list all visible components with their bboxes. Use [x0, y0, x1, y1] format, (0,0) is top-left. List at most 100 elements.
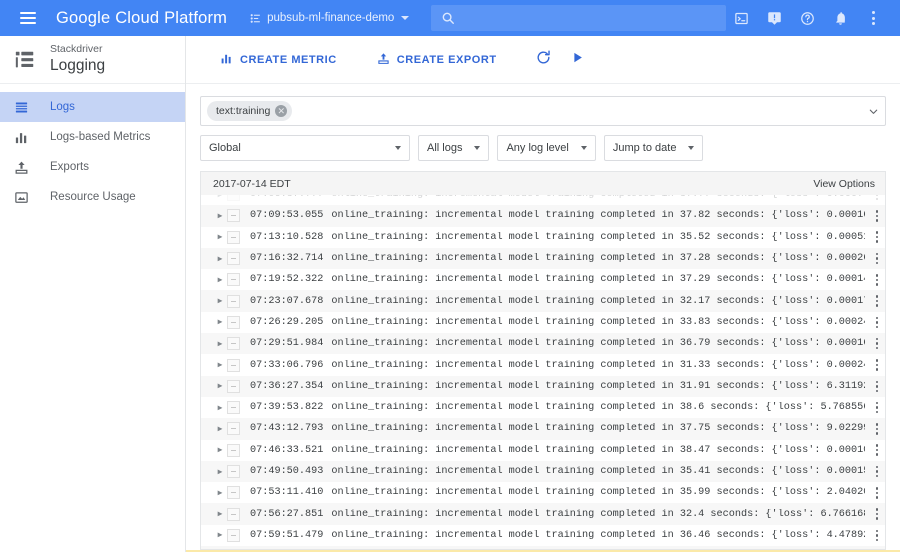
- log-row[interactable]: ▶ 07:16:32.714 online_training: incrementa…: [201, 247, 885, 270]
- log-timestamp: 07:43:12.793: [250, 423, 324, 435]
- expand-row-arrow-icon[interactable]: ▶: [213, 424, 227, 434]
- feedback-icon[interactable]: [759, 3, 789, 33]
- logs-select[interactable]: All logs: [418, 135, 490, 161]
- log-row[interactable]: ▶ 07:43:12.793 online_training: incrementa…: [201, 418, 885, 440]
- search-input[interactable]: [465, 11, 716, 25]
- log-row[interactable]: ▶ 07:49:50.493 online_training: incrementa…: [201, 460, 885, 483]
- row-more-options-icon[interactable]: [865, 195, 883, 201]
- row-more-options-icon[interactable]: [865, 401, 883, 414]
- create-metric-button[interactable]: CREATE METRIC: [210, 46, 347, 74]
- expand-row-arrow-icon[interactable]: ▶: [213, 509, 227, 519]
- row-more-options-icon[interactable]: [865, 231, 883, 243]
- project-selector[interactable]: pubsub-ml-finance-demo: [249, 12, 410, 25]
- resource-select[interactable]: Global: [200, 135, 410, 161]
- project-name-label: pubsub-ml-finance-demo: [267, 12, 395, 24]
- log-row[interactable]: ▶08:03:12.813online_training: incrementa…: [201, 546, 885, 549]
- expand-row-arrow-icon[interactable]: ▶: [213, 317, 227, 327]
- log-row[interactable]: ▶ 07:33:06.796 online_training: incrementa…: [201, 354, 885, 375]
- log-level-indicator: [227, 315, 240, 329]
- create-export-button[interactable]: CREATE EXPORT: [367, 46, 507, 74]
- log-row[interactable]: ▶ 07:13:10.528 online_training: incrementa…: [201, 227, 885, 248]
- chevron-down-icon: [401, 16, 410, 20]
- log-level-indicator: [227, 337, 240, 351]
- row-more-options-icon[interactable]: [865, 380, 883, 393]
- expand-row-arrow-icon[interactable]: ▶: [213, 445, 227, 455]
- log-row[interactable]: ▶ 07:19:52.322 online_training: incrementa…: [201, 269, 885, 290]
- row-more-options-icon[interactable]: [865, 508, 883, 520]
- log-row[interactable]: ▶ 07:56:27.851 online_training: incrementa…: [201, 503, 885, 525]
- help-icon[interactable]: [792, 3, 822, 33]
- log-table-body[interactable]: ▶ 07:06:3?.??? online_training: incrementa…: [200, 195, 886, 550]
- expand-row-arrow-icon[interactable]: ▶: [213, 403, 227, 413]
- row-more-options-icon[interactable]: [865, 359, 883, 371]
- expand-row-arrow-icon[interactable]: ▶: [213, 275, 227, 285]
- log-timestamp: 07:33:06.796: [250, 359, 324, 371]
- notifications-icon[interactable]: [825, 3, 855, 33]
- global-search[interactable]: [431, 5, 726, 31]
- log-row[interactable]: ▶ 07:59:51.479 online_training: incrementa…: [201, 525, 885, 546]
- row-more-options-icon[interactable]: [865, 252, 883, 265]
- log-row[interactable]: ▶ 07:09:53.055 online_training: incrementa…: [201, 205, 885, 227]
- refresh-button[interactable]: [527, 43, 561, 77]
- expand-row-arrow-icon[interactable]: ▶: [213, 254, 227, 264]
- cloud-shell-icon[interactable]: [726, 3, 756, 33]
- expand-row-arrow-icon[interactable]: ▶: [213, 381, 227, 391]
- filter-chip-text-training[interactable]: text:training ✕: [207, 101, 293, 121]
- expand-row-arrow-icon[interactable]: ▶: [213, 488, 227, 498]
- gcp-brand-title: Google Cloud Platform: [56, 8, 228, 27]
- expand-row-arrow-icon[interactable]: ▶: [213, 530, 227, 540]
- expand-row-arrow-icon[interactable]: ▶: [213, 360, 227, 370]
- row-more-options-icon[interactable]: [865, 316, 883, 329]
- expand-row-arrow-icon[interactable]: ▶: [213, 211, 227, 221]
- row-more-options-icon[interactable]: [865, 465, 883, 478]
- log-row[interactable]: ▶ 07:06:3?.??? online_training: incrementa…: [201, 195, 885, 205]
- row-more-options-icon[interactable]: [865, 337, 883, 350]
- chevron-down-icon[interactable]: [868, 106, 879, 117]
- row-more-options-icon[interactable]: [865, 487, 883, 499]
- log-message: online_training: incremental model train…: [331, 380, 865, 392]
- log-level-indicator: [227, 379, 240, 393]
- log-row[interactable]: ▶ 07:36:27.354 online_training: incrementa…: [201, 375, 885, 397]
- sidebar-item-logs-based-metrics[interactable]: Logs-based Metrics: [0, 122, 185, 152]
- row-more-options-icon[interactable]: [865, 274, 883, 286]
- row-more-options-icon[interactable]: [865, 210, 883, 222]
- log-timestamp: 07:56:27.851: [250, 508, 324, 520]
- expand-row-arrow-icon[interactable]: ▶: [213, 339, 227, 349]
- sidebar-item-exports[interactable]: Exports: [0, 152, 185, 182]
- log-row[interactable]: ▶ 07:46:33.521 online_training: incrementa…: [201, 440, 885, 461]
- log-row[interactable]: ▶ 07:53:11.410 online_training: incrementa…: [201, 482, 885, 503]
- expand-row-arrow-icon[interactable]: ▶: [213, 195, 227, 200]
- sidebar-item-resource-usage[interactable]: Resource Usage: [0, 182, 185, 212]
- clear-chip-icon[interactable]: ✕: [275, 105, 288, 117]
- expand-row-arrow-icon[interactable]: ▶: [213, 232, 227, 242]
- project-selector-icon: [249, 12, 262, 25]
- jump-to-date-select[interactable]: Jump to date: [603, 135, 704, 161]
- hamburger-menu-icon[interactable]: [10, 0, 46, 36]
- log-message: online_training: incremental model train…: [331, 444, 865, 456]
- row-more-options-icon[interactable]: [865, 529, 883, 542]
- log-row[interactable]: ▶ 07:29:51.984 online_training: incrementa…: [201, 333, 885, 355]
- log-row[interactable]: ▶ 07:39:53.822 online_training: incrementa…: [201, 397, 885, 418]
- expand-row-arrow-icon[interactable]: ▶: [213, 467, 227, 477]
- log-row[interactable]: ▶ 07:23:07.678 online_training: incrementa…: [201, 290, 885, 312]
- log-message: online_training: incremental model train…: [331, 423, 865, 435]
- row-more-options-icon[interactable]: [865, 423, 883, 435]
- view-options-button[interactable]: View Options: [813, 178, 875, 190]
- play-stream-button[interactable]: [561, 43, 595, 77]
- jump-to-date-value: Jump to date: [612, 142, 677, 154]
- more-options-icon[interactable]: [858, 3, 888, 33]
- resource-select-value: Global: [209, 142, 241, 154]
- filter-input-field[interactable]: text:training ✕: [200, 96, 886, 126]
- log-timestamp: 07:49:50.493: [250, 466, 324, 477]
- log-timestamp: 07:06:3?.???: [250, 195, 323, 200]
- sidebar-item-logs[interactable]: Logs: [0, 92, 185, 122]
- log-message: online_training: incremental model train…: [331, 508, 865, 520]
- row-more-options-icon[interactable]: [865, 295, 883, 307]
- row-more-options-icon[interactable]: [865, 444, 883, 456]
- log-level-indicator: [227, 252, 240, 266]
- log-rows-container: ▶ 07:06:3?.??? online_training: incrementa…: [201, 195, 885, 549]
- log-level-select[interactable]: Any log level: [497, 135, 596, 161]
- log-level-indicator: [227, 195, 240, 202]
- log-row[interactable]: ▶ 07:26:29.205 online_training: incrementa…: [201, 312, 885, 333]
- expand-row-arrow-icon[interactable]: ▶: [213, 296, 227, 306]
